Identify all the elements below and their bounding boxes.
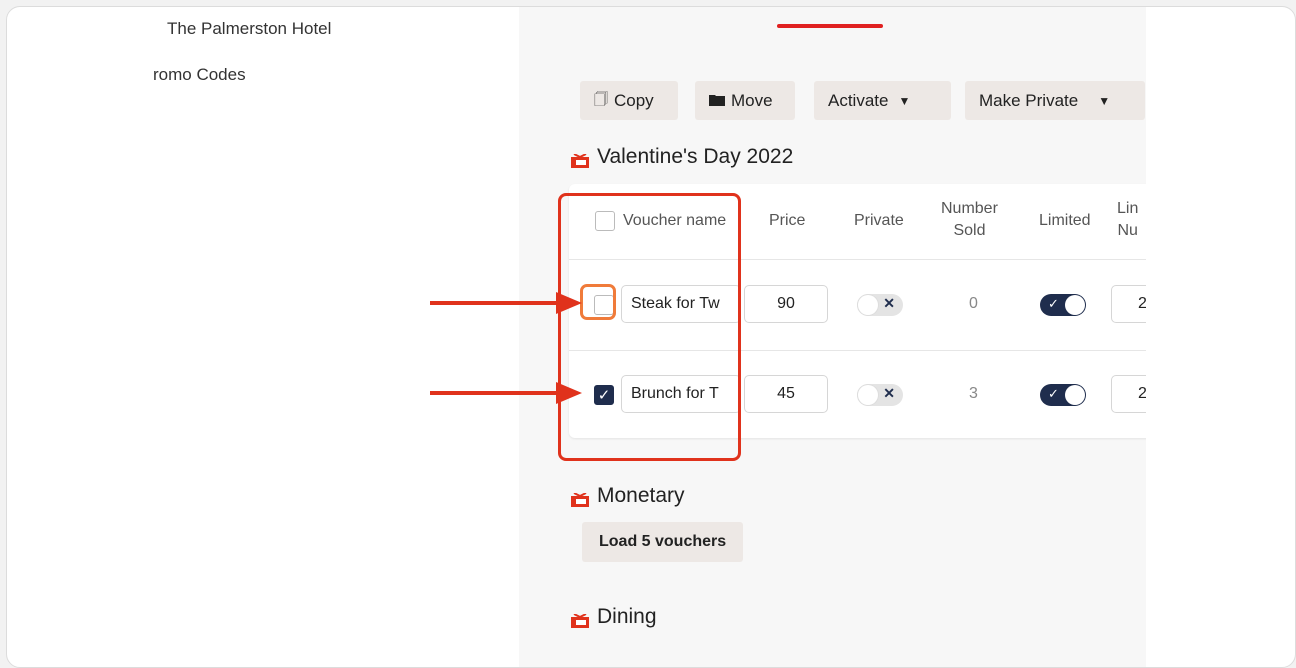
limited-toggle[interactable]: ✓ [1040,294,1086,316]
arrow-head-icon [556,292,582,314]
column-highlight-box [558,193,741,461]
x-icon: ✕ [883,295,895,311]
header-limited: Limited [1039,212,1091,229]
price-input[interactable]: 90 [744,285,828,323]
category-monetary: Monetary [571,484,685,508]
category-dining: Dining [571,605,657,629]
folder-icon [709,93,725,109]
caret-down-icon: ▼ [898,93,911,108]
number-sold: 3 [969,385,978,402]
copy-icon: 🗍 [594,90,608,107]
header-limit-number: Lin Nu [1117,200,1139,239]
header-price: Price [769,212,806,229]
ticket-icon [571,489,589,507]
active-tab-indicator [777,24,883,28]
header-number-sold: Number Sold [941,200,998,239]
arrow-head-icon [556,382,582,404]
checkbox-highlight-ring [580,284,616,320]
price-input[interactable]: 45 [744,375,828,413]
private-toggle[interactable]: ✕ [857,294,903,316]
limit-number-input[interactable]: 2 [1111,375,1146,413]
sidebar-item-promo-codes[interactable]: romo Codes [153,65,246,85]
x-icon: ✕ [883,385,895,401]
arrow-indicator [430,391,560,395]
move-button[interactable]: Move [695,81,795,120]
category-valentines: Valentine's Day 2022 [571,145,793,169]
ticket-icon [571,610,589,628]
arrow-indicator [430,301,560,305]
copy-button[interactable]: 🗍 Copy [580,81,678,120]
limited-toggle[interactable]: ✓ [1040,384,1086,406]
load-vouchers-button[interactable]: Load 5 vouchers [582,522,744,562]
check-icon: ✓ [1048,296,1059,311]
limit-number-input[interactable]: 2( [1111,285,1146,323]
header-private: Private [854,212,904,229]
private-toggle[interactable]: ✕ [857,384,903,406]
hotel-name[interactable]: The Palmerston Hotel [167,19,331,39]
check-icon: ✓ [1048,386,1059,401]
make-private-button[interactable]: Make Private ▼ [965,81,1145,120]
ticket-icon [571,150,589,168]
caret-down-icon: ▼ [1098,93,1111,108]
activate-button[interactable]: Activate ▼ [814,81,951,120]
number-sold: 0 [969,295,978,312]
